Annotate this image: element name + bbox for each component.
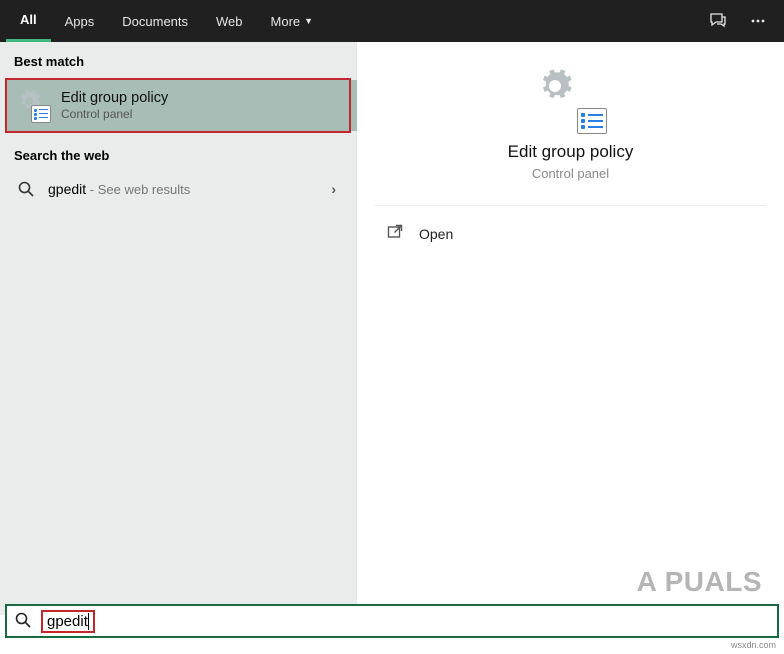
chevron-down-icon: ▼ [304, 16, 313, 26]
preview-title: Edit group policy [508, 142, 634, 162]
tab-label: More [271, 14, 301, 29]
web-result-text: gpedit - See web results [48, 181, 325, 197]
top-tab-bar: All Apps Documents Web More ▼ [0, 0, 784, 42]
preview-header: Edit group policy Control panel [375, 42, 766, 206]
action-open[interactable]: Open [357, 206, 784, 261]
tab-apps[interactable]: Apps [51, 0, 109, 42]
preview-pane: Edit group policy Control panel Open [356, 42, 784, 615]
search-icon [14, 181, 38, 197]
text-cursor [88, 613, 89, 630]
watermark-logo: A PUALS [637, 566, 762, 598]
heading-search-web: Search the web [0, 136, 356, 169]
more-options-icon[interactable] [738, 0, 778, 42]
tab-label: Web [216, 14, 243, 29]
result-subtitle: Control panel [61, 107, 337, 121]
tab-label: Documents [122, 14, 188, 29]
tab-all[interactable]: All [6, 0, 51, 42]
selection-accent [351, 80, 357, 131]
chevron-right-icon[interactable]: › [325, 181, 342, 197]
action-label: Open [419, 226, 453, 242]
search-input-value: gpedit [47, 613, 88, 630]
tab-more[interactable]: More ▼ [257, 0, 328, 42]
watermark-site: wsxdn.com [731, 640, 776, 650]
search-box[interactable]: gpedit [5, 604, 779, 638]
tab-label: Apps [65, 14, 95, 29]
web-result-gpedit[interactable]: gpedit - See web results › [0, 169, 356, 209]
open-icon [385, 224, 405, 243]
feedback-icon[interactable] [698, 0, 738, 42]
tab-web[interactable]: Web [202, 0, 257, 42]
result-title: Edit group policy [61, 90, 337, 106]
tab-label: All [20, 12, 37, 27]
result-edit-group-policy[interactable]: Edit group policy Control panel [5, 78, 351, 133]
preview-subtitle: Control panel [532, 166, 609, 181]
tab-documents[interactable]: Documents [108, 0, 202, 42]
control-panel-icon [543, 72, 599, 128]
web-query: gpedit [48, 181, 86, 197]
control-panel-icon [19, 91, 49, 121]
web-suffix: - See web results [86, 182, 190, 197]
results-pane: Best match Edit group policy Control pan… [0, 42, 356, 615]
heading-best-match: Best match [0, 42, 356, 75]
search-input-highlight: gpedit [41, 610, 95, 633]
search-icon [15, 612, 31, 631]
